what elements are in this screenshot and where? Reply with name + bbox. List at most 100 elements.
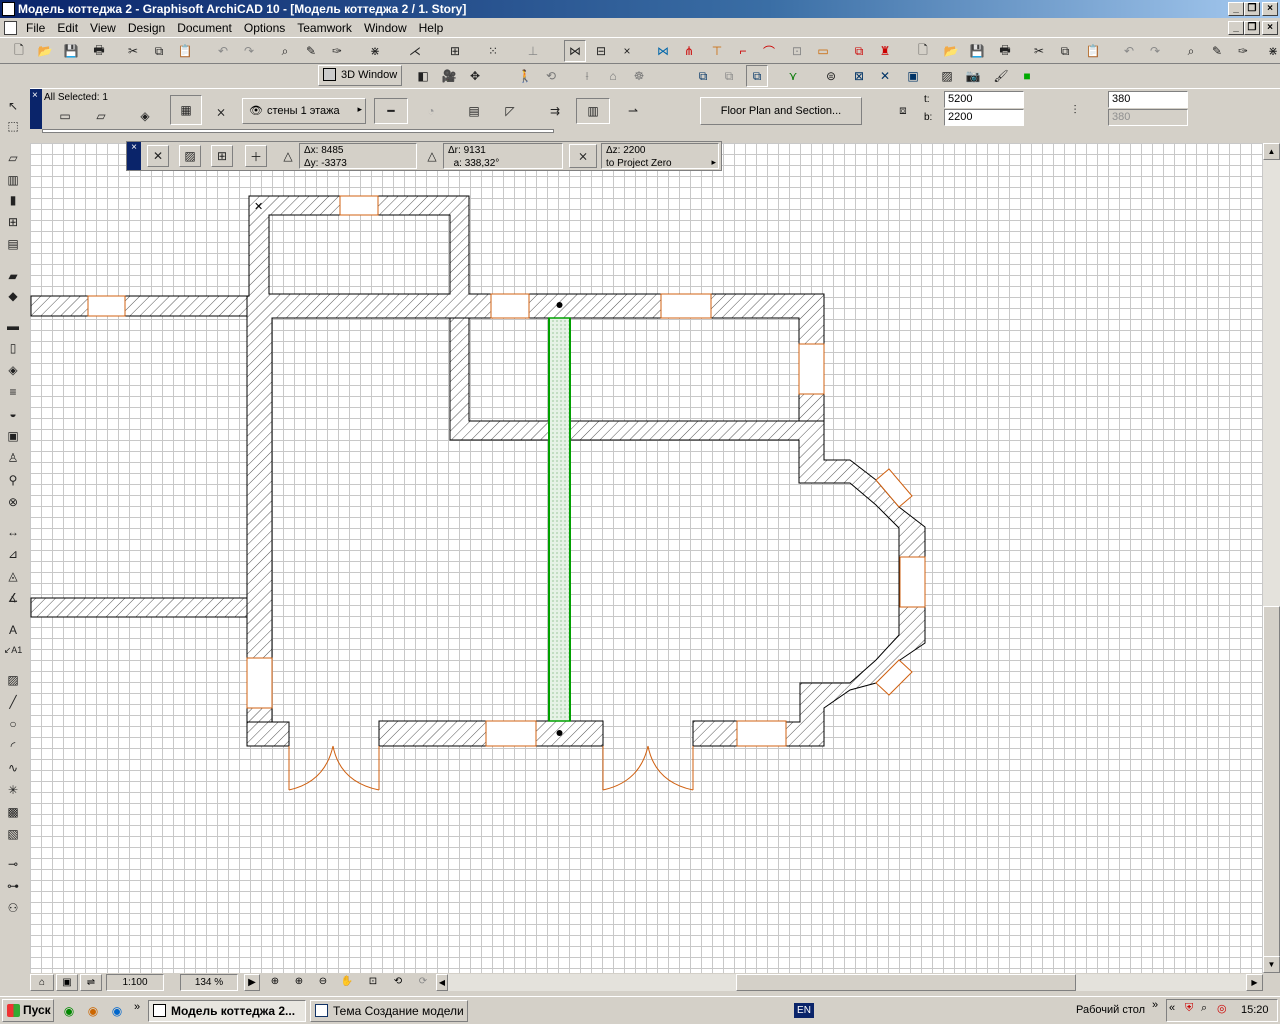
close-toolbar-icon[interactable]: × <box>616 40 638 62</box>
menu-options[interactable]: Options <box>238 18 291 38</box>
undo-2-icon[interactable]: ↶ <box>1118 40 1140 62</box>
elevation-tool-icon[interactable]: ⊶ <box>3 876 23 896</box>
window-3d-button[interactable]: 3D Window <box>318 65 402 86</box>
shell-tool-icon[interactable]: ◒ <box>3 404 23 424</box>
scale-display[interactable]: 1:100 <box>106 974 164 991</box>
next-zoom-icon[interactable]: ⟳ <box>412 974 434 991</box>
corner-icon[interactable]: ⌐ <box>732 40 754 62</box>
scroll-right-button[interactable]: ▶ <box>1246 974 1263 991</box>
pick-up-2-icon[interactable]: ✎ <box>1206 40 1228 62</box>
composite-3-icon[interactable]: ⇀ <box>616 98 650 124</box>
new-file-2-icon[interactable]: 🗋 <box>912 40 934 62</box>
copy-icon[interactable]: ⧉ <box>148 40 170 62</box>
doc-close-button[interactable]: × <box>1262 21 1278 35</box>
fillet-icon[interactable]: ⌒ <box>758 40 780 62</box>
magic-wand-2-icon[interactable]: ⋇ <box>1262 40 1280 62</box>
section-marker-icon[interactable]: ⟊ <box>576 65 598 87</box>
zoom-in-icon[interactable]: ⊕ <box>288 974 310 991</box>
floor-plan-canvas[interactable]: ✕ <box>30 143 1263 973</box>
navigate-icon[interactable]: ✥ <box>464 65 486 87</box>
print-icon[interactable]: 🖶 <box>88 40 110 62</box>
dimension-icon[interactable]: ⊟ <box>590 40 612 62</box>
paste-icon[interactable]: 📋 <box>174 40 196 62</box>
marquee-tool-icon[interactable]: ⬚ <box>3 116 23 136</box>
angle-dim-tool-icon[interactable]: ∡ <box>3 588 23 608</box>
light-tool-icon[interactable]: ⚲ <box>3 470 23 490</box>
wall-type-straight-icon[interactable]: ▭ <box>54 105 76 127</box>
thickness-field[interactable]: 380 <box>1108 91 1188 108</box>
menu-help[interactable]: Help <box>413 18 450 38</box>
wall-direction-icon[interactable]: ◈ <box>134 105 156 127</box>
start-button[interactable]: Пуск <box>2 999 54 1022</box>
dimension-chain-icon[interactable]: ⋎ <box>782 65 804 87</box>
open-file-icon[interactable]: 📂 <box>34 40 56 62</box>
roof-tool-icon[interactable]: ◆ <box>3 286 23 306</box>
info-scroll[interactable] <box>42 129 554 133</box>
menu-edit[interactable]: Edit <box>51 18 84 38</box>
snap-off-icon[interactable]: ✕ <box>147 145 169 167</box>
color-palette-icon[interactable]: ■ <box>1016 65 1038 87</box>
save-icon[interactable]: 💾 <box>60 40 82 62</box>
redo-icon[interactable]: ↷ <box>238 40 260 62</box>
find-select-2-icon[interactable]: ⌕ <box>1180 40 1202 62</box>
play-icon[interactable]: ▶ <box>244 974 260 991</box>
brush-icon[interactable]: 🖌 <box>990 65 1012 87</box>
people-icon[interactable]: ☸ <box>628 65 650 87</box>
copy-2-icon[interactable]: ⧉ <box>1054 40 1076 62</box>
vertical-scroll-thumb[interactable] <box>1263 606 1280 966</box>
snap-guide-icon[interactable]: ⊥ <box>522 40 544 62</box>
z-display[interactable]: Δz: 2200 to Project Zero ▸ <box>601 143 719 169</box>
level-dim-tool-icon[interactable]: ⊿ <box>3 544 23 564</box>
relative-construction-icon[interactable]: ＋ <box>245 145 267 167</box>
antivirus-icon[interactable]: ⛨ <box>1185 1002 1193 1015</box>
reference-line-icon[interactable]: ⨯ <box>210 101 232 123</box>
pan-hand-icon[interactable]: ✋ <box>336 974 358 991</box>
fill-pattern-icon[interactable]: ▤ <box>460 98 488 124</box>
ra-display[interactable]: Δr: 9131 a: 338,32° <box>443 143 563 169</box>
dimension-tool-icon[interactable]: ↔ <box>3 522 23 542</box>
label-tool-icon[interactable]: ↙A1 <box>3 640 23 660</box>
scroll-down-button[interactable]: ▼ <box>1263 956 1280 973</box>
xy-display[interactable]: Δx: 8485 Δy: -3373 <box>299 143 417 169</box>
menu-file[interactable]: File <box>20 18 51 38</box>
print-2-icon[interactable]: 🖶 <box>994 40 1016 62</box>
close-button[interactable]: × <box>1262 2 1278 16</box>
zoom-out-icon[interactable]: ⊖ <box>312 974 334 991</box>
box-view-icon[interactable]: ◧ <box>412 65 434 87</box>
adjust-icon[interactable]: ⊤ <box>706 40 728 62</box>
previous-zoom-icon[interactable]: ⟲ <box>386 974 410 991</box>
quick-launch-3-icon[interactable]: ◉ <box>106 1000 128 1022</box>
column2-tool-icon[interactable]: ▯ <box>3 338 23 358</box>
pen-set-icon[interactable]: ⇌ <box>80 974 102 991</box>
hotspot-tool-icon[interactable]: ✳ <box>3 780 23 800</box>
zone-tool-icon[interactable]: ▣ <box>3 426 23 446</box>
grid-icon[interactable]: ⊠ <box>848 65 870 87</box>
construction-method-icon[interactable]: ⊞ <box>444 40 466 62</box>
menu-document[interactable]: Document <box>171 18 238 38</box>
scroll-left-button[interactable]: ◀ <box>436 974 448 991</box>
menu-window[interactable]: Window <box>358 18 413 38</box>
layer-combo-icon[interactable]: ⌂ <box>30 974 54 991</box>
mesh-tool-icon[interactable]: ◈ <box>3 360 23 380</box>
trace-icon[interactable]: ⋈ <box>564 40 586 62</box>
quick-launch-2-icon[interactable]: ◉ <box>82 1000 104 1022</box>
inject-icon[interactable]: ✑ <box>326 40 348 62</box>
line-tool-icon[interactable]: ╱ <box>3 692 23 712</box>
height-top-field[interactable]: 5200 <box>944 91 1024 108</box>
quick-launch-1-icon[interactable]: ◉ <box>58 1000 80 1022</box>
lamp-tool-icon[interactable]: ♙ <box>3 448 23 468</box>
photo-icon[interactable]: 📷 <box>962 65 984 87</box>
door-tool-icon[interactable]: ▮ <box>3 190 23 210</box>
picture-icon[interactable]: ▨ <box>936 65 958 87</box>
chevron-right-icon[interactable]: ▸ <box>711 157 716 168</box>
window-tool-icon[interactable]: ⊞ <box>3 212 23 232</box>
more-quick-launch-icon[interactable]: » <box>134 1001 140 1013</box>
3d-icon[interactable]: ▣ <box>902 65 924 87</box>
fill-cut-icon[interactable]: ◸ <box>496 98 524 124</box>
layers-2-icon[interactable]: ⧉ <box>718 65 740 87</box>
pen-color-icon[interactable]: ◔ <box>416 98 446 124</box>
wall-tool-icon[interactable]: ▱ <box>3 148 23 168</box>
curtain-wall-tool-icon[interactable]: ⊗ <box>3 492 23 512</box>
slab-tool-icon[interactable]: ▰ <box>3 266 23 286</box>
tray-collapse-icon[interactable]: « <box>1169 1002 1175 1014</box>
